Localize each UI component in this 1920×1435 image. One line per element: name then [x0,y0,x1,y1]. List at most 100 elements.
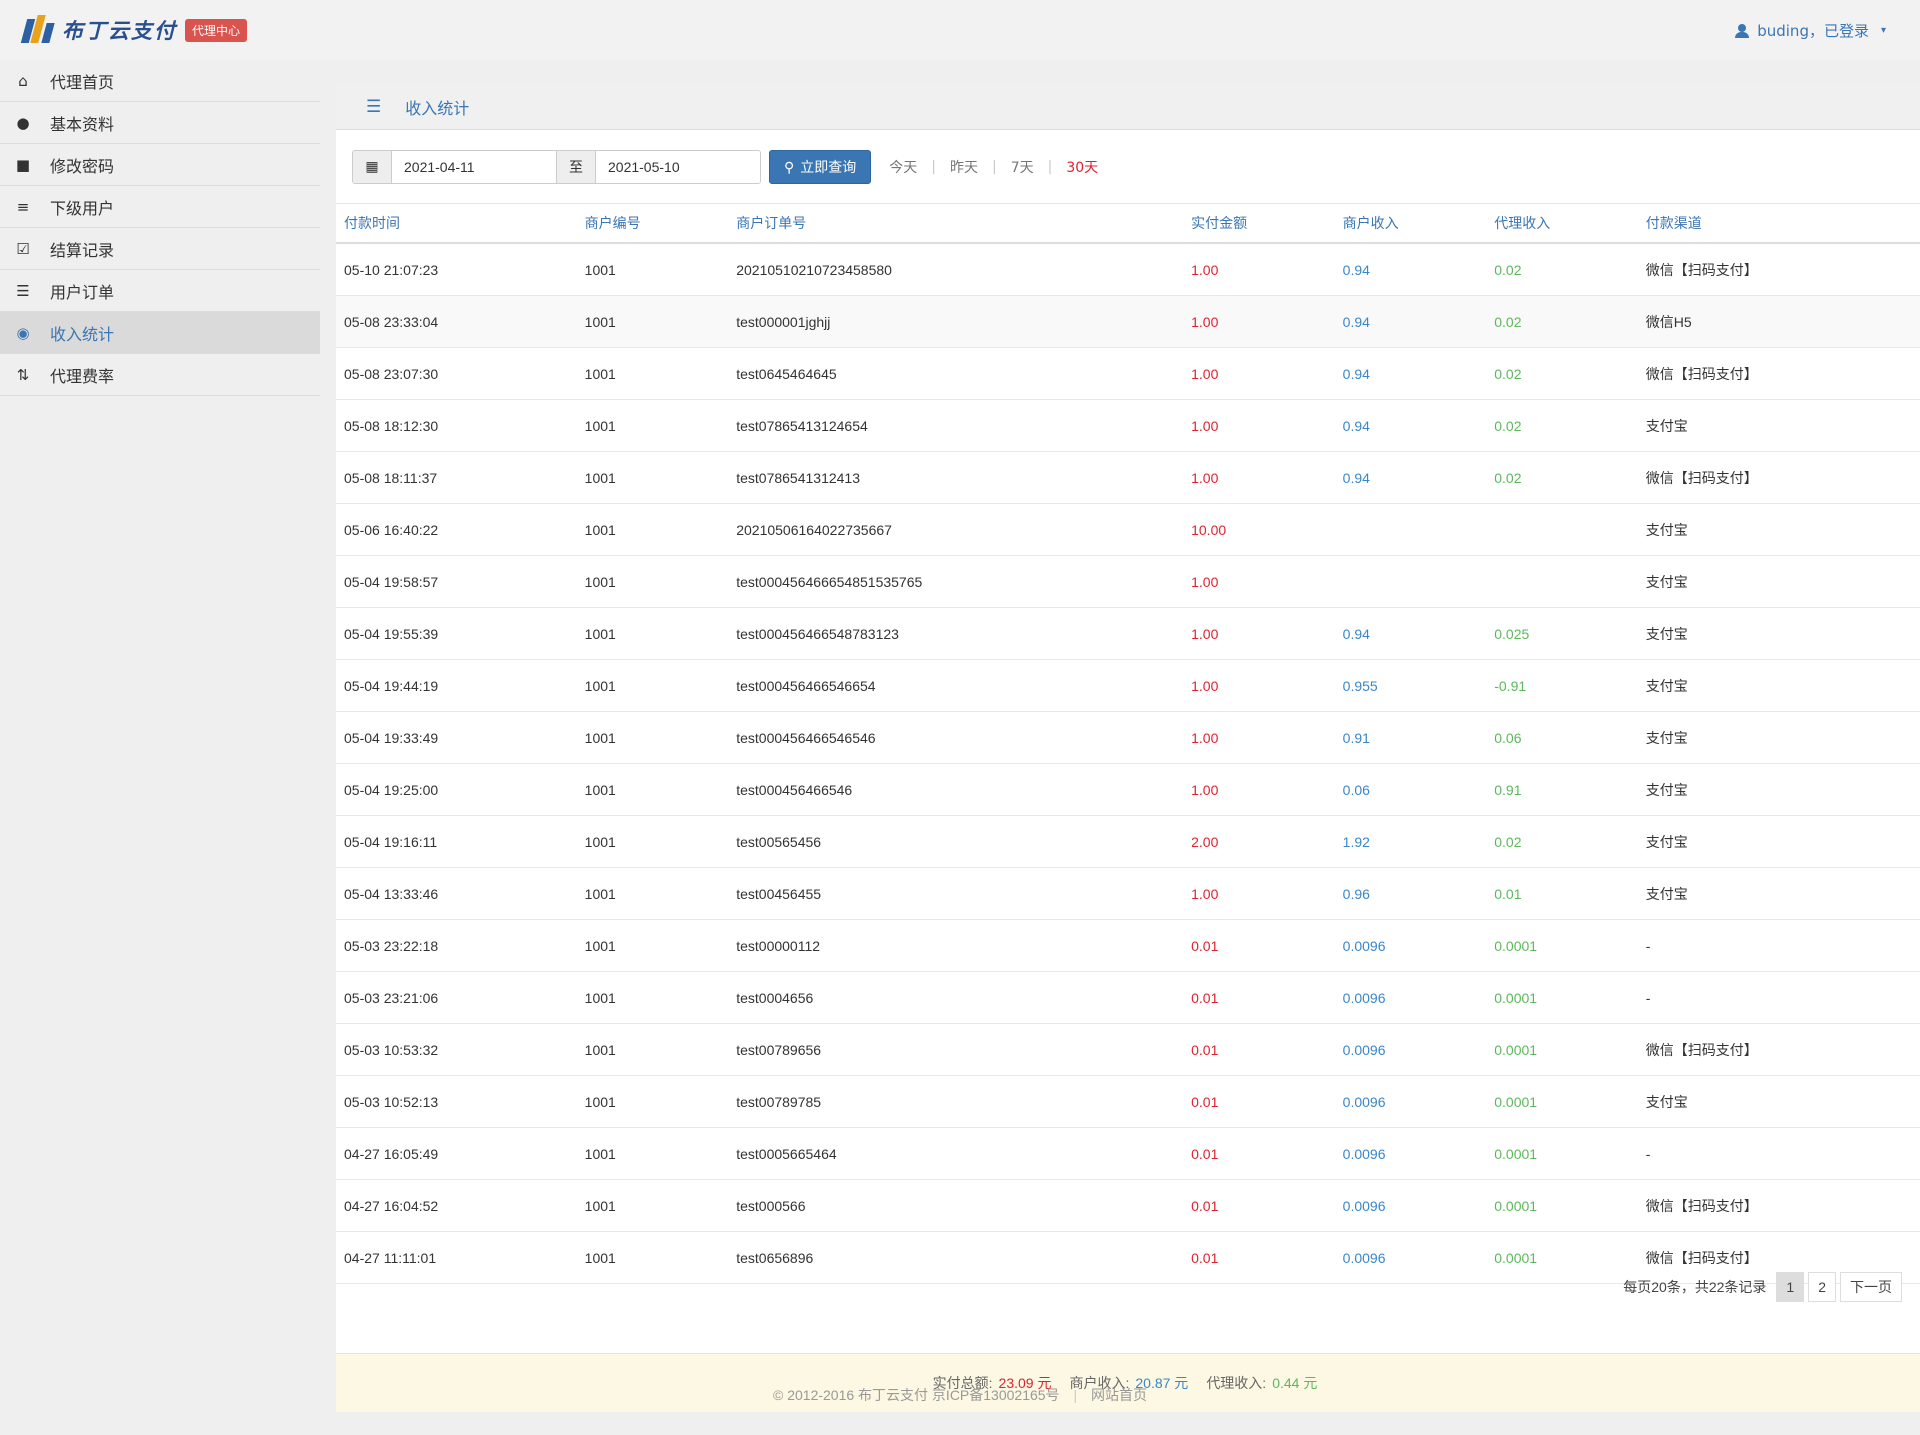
agent-income-cell: 0.0001 [1486,1127,1638,1180]
sidebar-item-label: 代理费率 [50,366,115,386]
quick-range-link[interactable]: 昨天 [948,157,980,177]
sidebar-item-label: 修改密码 [50,156,115,176]
sidebar-item[interactable]: ⌂ 代理首页 [0,60,320,102]
pay-channel-cell: 支付宝 [1637,1075,1920,1128]
agent-income-cell: 0.0001 [1486,1179,1638,1232]
merchant-id-cell: 1001 [576,399,729,452]
order-no-cell: test000456466546546 [728,711,1184,764]
page-button[interactable]: 2 [1808,1272,1836,1302]
pay-time-cell: 05-04 13:33:46 [336,867,577,920]
quick-range-link[interactable]: 7天 [1009,157,1036,177]
pay-channel-cell: - [1637,919,1920,972]
order-no-cell: test000456466546654 [728,659,1184,712]
merchant-id-cell: 1001 [576,1127,729,1180]
paid-amount-cell: 1.00 [1183,867,1335,920]
pay-time-cell: 04-27 16:04:52 [336,1179,577,1232]
paid-amount-cell: 1.00 [1183,555,1335,608]
order-no-cell: test00789785 [728,1075,1184,1128]
merchant-id-cell: 1001 [576,1023,729,1076]
user-icon [1735,23,1750,38]
order-no-cell: test00456455 [728,867,1184,920]
merchant-id-cell: 1001 [576,451,729,504]
merchant-income-cell: 0.955 [1334,659,1487,712]
sidebar-item[interactable]: ☑ 结算记录 [0,228,320,270]
agent-income-cell [1486,503,1638,556]
agent-income-cell: 0.0001 [1486,1231,1638,1284]
table-row: 05-03 23:21:06 1001 test0004656 0.01 0.0096 0… [336,971,1920,1024]
pay-time-cell: 05-08 23:33:04 [336,295,577,348]
query-button[interactable]: ⚲ 立即查询 [769,150,872,184]
quick-range-link[interactable]: 30天 [1064,157,1100,177]
merchant-income-cell: 0.94 [1334,295,1487,348]
pay-channel-cell: 支付宝 [1637,503,1920,556]
pay-time-cell: 05-04 19:55:39 [336,607,577,660]
table-row: 05-10 21:07:23 1001 20210510210723458580 1.… [336,243,1920,296]
site-home-link[interactable]: 网站首页 [1091,1387,1147,1403]
table-row: 05-04 13:33:46 1001 test00456455 1.00 0.96 0.… [336,867,1920,920]
pay-channel-cell: - [1637,1127,1920,1180]
sidebar-item[interactable]: ⇅ 代理费率 [0,354,320,396]
merchant-income-cell: 0.0096 [1334,1231,1487,1284]
merchant-income-cell: 0.96 [1334,867,1487,920]
pay-time-cell: 05-04 19:44:19 [336,659,577,712]
logo[interactable]: 布丁云支付 代理中心 [20,15,248,45]
merchant-id-cell: 1001 [576,503,729,556]
agent-income-cell: 0.0001 [1486,1023,1638,1076]
paid-amount-cell: 1.00 [1183,659,1335,712]
merchant-id-cell: 1001 [576,919,729,972]
sidebar-item[interactable]: ≡ 下级用户 [0,186,320,228]
table-body: 05-10 21:07:23 1001 20210510210723458580 1.… [336,243,1920,1284]
column-header[interactable]: 商户编号 [576,203,729,244]
pay-channel-cell: 支付宝 [1637,763,1920,816]
table-row: 05-08 23:33:04 1001 test000001jghjj 1.00 0.9… [336,295,1920,348]
column-header[interactable]: 商户收入 [1334,203,1487,244]
pay-time-cell: 05-03 10:53:32 [336,1023,577,1076]
sidebar-item-label: 结算记录 [50,240,115,260]
start-date-input[interactable] [392,151,556,183]
calendar-icon: ▦ [353,151,392,183]
pay-time-cell: 05-04 19:58:57 [336,555,577,608]
panel-title: 收入统计 [405,99,470,118]
pay-time-cell: 05-06 16:40:22 [336,503,577,556]
lock-icon: ■ [15,155,31,174]
sidebar-item-label: 收入统计 [50,324,115,344]
merchant-id-cell: 1001 [576,1231,729,1284]
merchant-id-cell: 1001 [576,555,729,608]
column-header[interactable]: 付款渠道 [1637,203,1920,244]
user-menu[interactable]: buding，已登录 ▾ [1735,20,1886,41]
column-header[interactable]: 付款时间 [336,203,577,244]
order-no-cell: test000456466654851535765 [728,555,1184,608]
paid-amount-cell: 1.00 [1183,711,1335,764]
quick-range-link[interactable]: 今天 [887,157,919,177]
list-icon: ☰ [366,97,382,117]
order-no-cell: test0786541312413 [728,451,1184,504]
next-page-button[interactable]: 下一页 [1840,1272,1902,1302]
sidebar-item-label: 基本资料 [50,114,115,134]
merchant-income-cell: 0.94 [1334,243,1487,296]
page-button[interactable]: 1 [1776,1272,1805,1302]
column-header[interactable]: 代理收入 [1486,203,1638,244]
column-header[interactable]: 商户订单号 [728,203,1184,244]
end-date-input[interactable] [596,151,760,183]
order-no-cell: test0656896 [728,1231,1184,1284]
caret-down-icon[interactable]: ▾ [1881,25,1886,36]
table-row: 04-27 16:05:49 1001 test0005665464 0.01 0.00… [336,1127,1920,1180]
sidebar-item[interactable]: ■ 修改密码 [0,144,320,186]
logo-mark-icon [20,15,56,45]
range-separator: 至 [556,151,596,183]
pay-time-cell: 05-08 23:07:30 [336,347,577,400]
paid-amount-cell: 1.00 [1183,243,1335,296]
column-header[interactable]: 实付金额 [1183,203,1335,244]
order-no-cell: 20210506164022735667 [728,503,1184,556]
merchant-income-cell: 0.94 [1334,399,1487,452]
merchant-income-cell [1334,503,1487,556]
pay-channel-cell: 支付宝 [1637,867,1920,920]
sidebar-item[interactable]: ☰ 用户订单 [0,270,320,312]
user-name[interactable]: buding，已登录 [1757,20,1869,41]
sidebar-item[interactable]: ◉ 收入统计 [0,312,320,354]
agent-income-cell: 0.025 [1486,607,1638,660]
sidebar-item[interactable]: ● 基本资料 [0,102,320,144]
table-row: 05-03 23:22:18 1001 test00000112 0.01 0.0096… [336,919,1920,972]
table-row: 05-03 10:52:13 1001 test00789785 0.01 0.0096… [336,1075,1920,1128]
agent-income-cell: 0.02 [1486,815,1638,868]
